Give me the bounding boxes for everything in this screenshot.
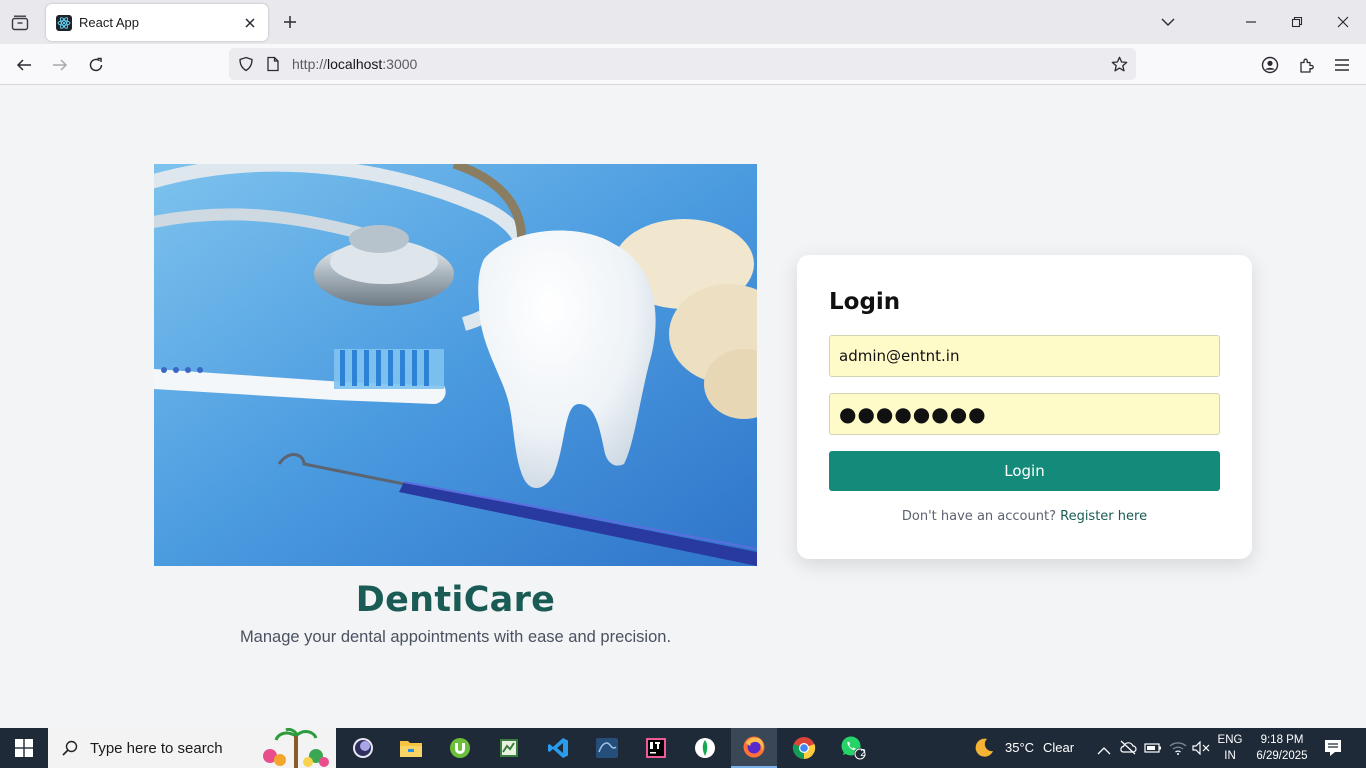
page-info-icon[interactable] (265, 56, 281, 72)
login-heading: Login (829, 289, 901, 315)
taskbar-search[interactable]: Type here to search (48, 728, 336, 768)
forward-icon[interactable] (46, 51, 74, 79)
wifi-icon[interactable] (1169, 740, 1187, 759)
whatsapp-icon[interactable]: 2 (830, 728, 876, 768)
new-tab-icon[interactable] (278, 10, 302, 34)
weather-condition[interactable]: Clear (1043, 740, 1074, 755)
chevron-up-icon[interactable] (1097, 741, 1111, 760)
clock-time[interactable]: 9:18 PM (1250, 732, 1314, 748)
tab-title: React App (79, 15, 139, 30)
brand-name: DentiCare (355, 580, 556, 620)
url-bar[interactable]: http://localhost:3000 (229, 48, 1136, 80)
vscode-icon[interactable] (535, 728, 581, 768)
close-window-icon[interactable] (1328, 8, 1358, 36)
weather-moon-icon[interactable] (972, 736, 996, 764)
login-card: Login admin@entnt.in ●●●●●●●● Login Don'… (797, 255, 1252, 559)
clock-date[interactable]: 6/29/2025 (1250, 748, 1314, 764)
cloud-sync-off-icon[interactable] (1119, 739, 1137, 759)
password-field[interactable]: ●●●●●●●● (829, 393, 1220, 435)
register-prompt-line: Don't have an account? Register here (797, 509, 1252, 524)
language-indicator-top[interactable]: ENG (1214, 732, 1246, 748)
dental-hero-image (154, 164, 757, 566)
search-placeholder: Type here to search (90, 739, 223, 757)
login-button[interactable]: Login (829, 451, 1220, 491)
back-icon[interactable] (10, 51, 38, 79)
sublime-icon[interactable] (486, 728, 532, 768)
extensions-icon[interactable] (1292, 51, 1320, 79)
windows-start-icon[interactable] (0, 728, 48, 768)
register-link[interactable]: Register here (1060, 509, 1147, 524)
notifications-icon[interactable] (1324, 739, 1342, 761)
search-highlight-illustration-icon (256, 728, 334, 768)
mysql-workbench-icon[interactable] (584, 728, 630, 768)
browser-nav-bar: http://localhost:3000 (0, 44, 1366, 85)
reload-icon[interactable] (82, 51, 110, 79)
browser-tab-active[interactable]: React App (46, 4, 268, 41)
restore-icon[interactable] (1282, 8, 1312, 36)
close-tab-icon[interactable] (238, 11, 262, 35)
browser-tab-strip: React App (0, 0, 1366, 44)
react-icon (56, 14, 72, 31)
chrome-icon[interactable] (781, 728, 827, 768)
url-text[interactable]: http://localhost:3000 (292, 56, 417, 72)
account-icon[interactable] (1256, 51, 1284, 79)
search-icon (62, 740, 78, 756)
list-all-tabs-icon[interactable] (1153, 8, 1183, 36)
windows-taskbar: Type here to search 2 35°C Clear ENG IN … (0, 728, 1366, 768)
utorrent-icon[interactable] (437, 728, 483, 768)
bookmark-star-icon[interactable] (1111, 56, 1128, 72)
whatsapp-badge: 2 (860, 748, 866, 759)
firefox-icon[interactable] (731, 728, 777, 768)
battery-icon[interactable] (1144, 740, 1162, 759)
register-prompt-text: Don't have an account? (901, 509, 1056, 524)
obs-icon[interactable] (340, 728, 386, 768)
mongodb-compass-icon[interactable] (682, 728, 728, 768)
email-field[interactable]: admin@entnt.in (829, 335, 1220, 377)
tracking-shield-icon[interactable] (238, 56, 254, 72)
brand-tagline: Manage your dental appointments with eas… (239, 628, 672, 646)
language-indicator-bottom[interactable]: IN (1214, 748, 1246, 764)
weather-temperature[interactable]: 35°C (1005, 740, 1034, 755)
minimize-icon[interactable] (1236, 8, 1266, 36)
file-explorer-icon[interactable] (388, 728, 434, 768)
volume-muted-icon[interactable] (1192, 740, 1210, 759)
intellij-icon[interactable] (633, 728, 679, 768)
tab-list-icon[interactable] (8, 12, 32, 34)
menu-icon[interactable] (1328, 51, 1356, 79)
